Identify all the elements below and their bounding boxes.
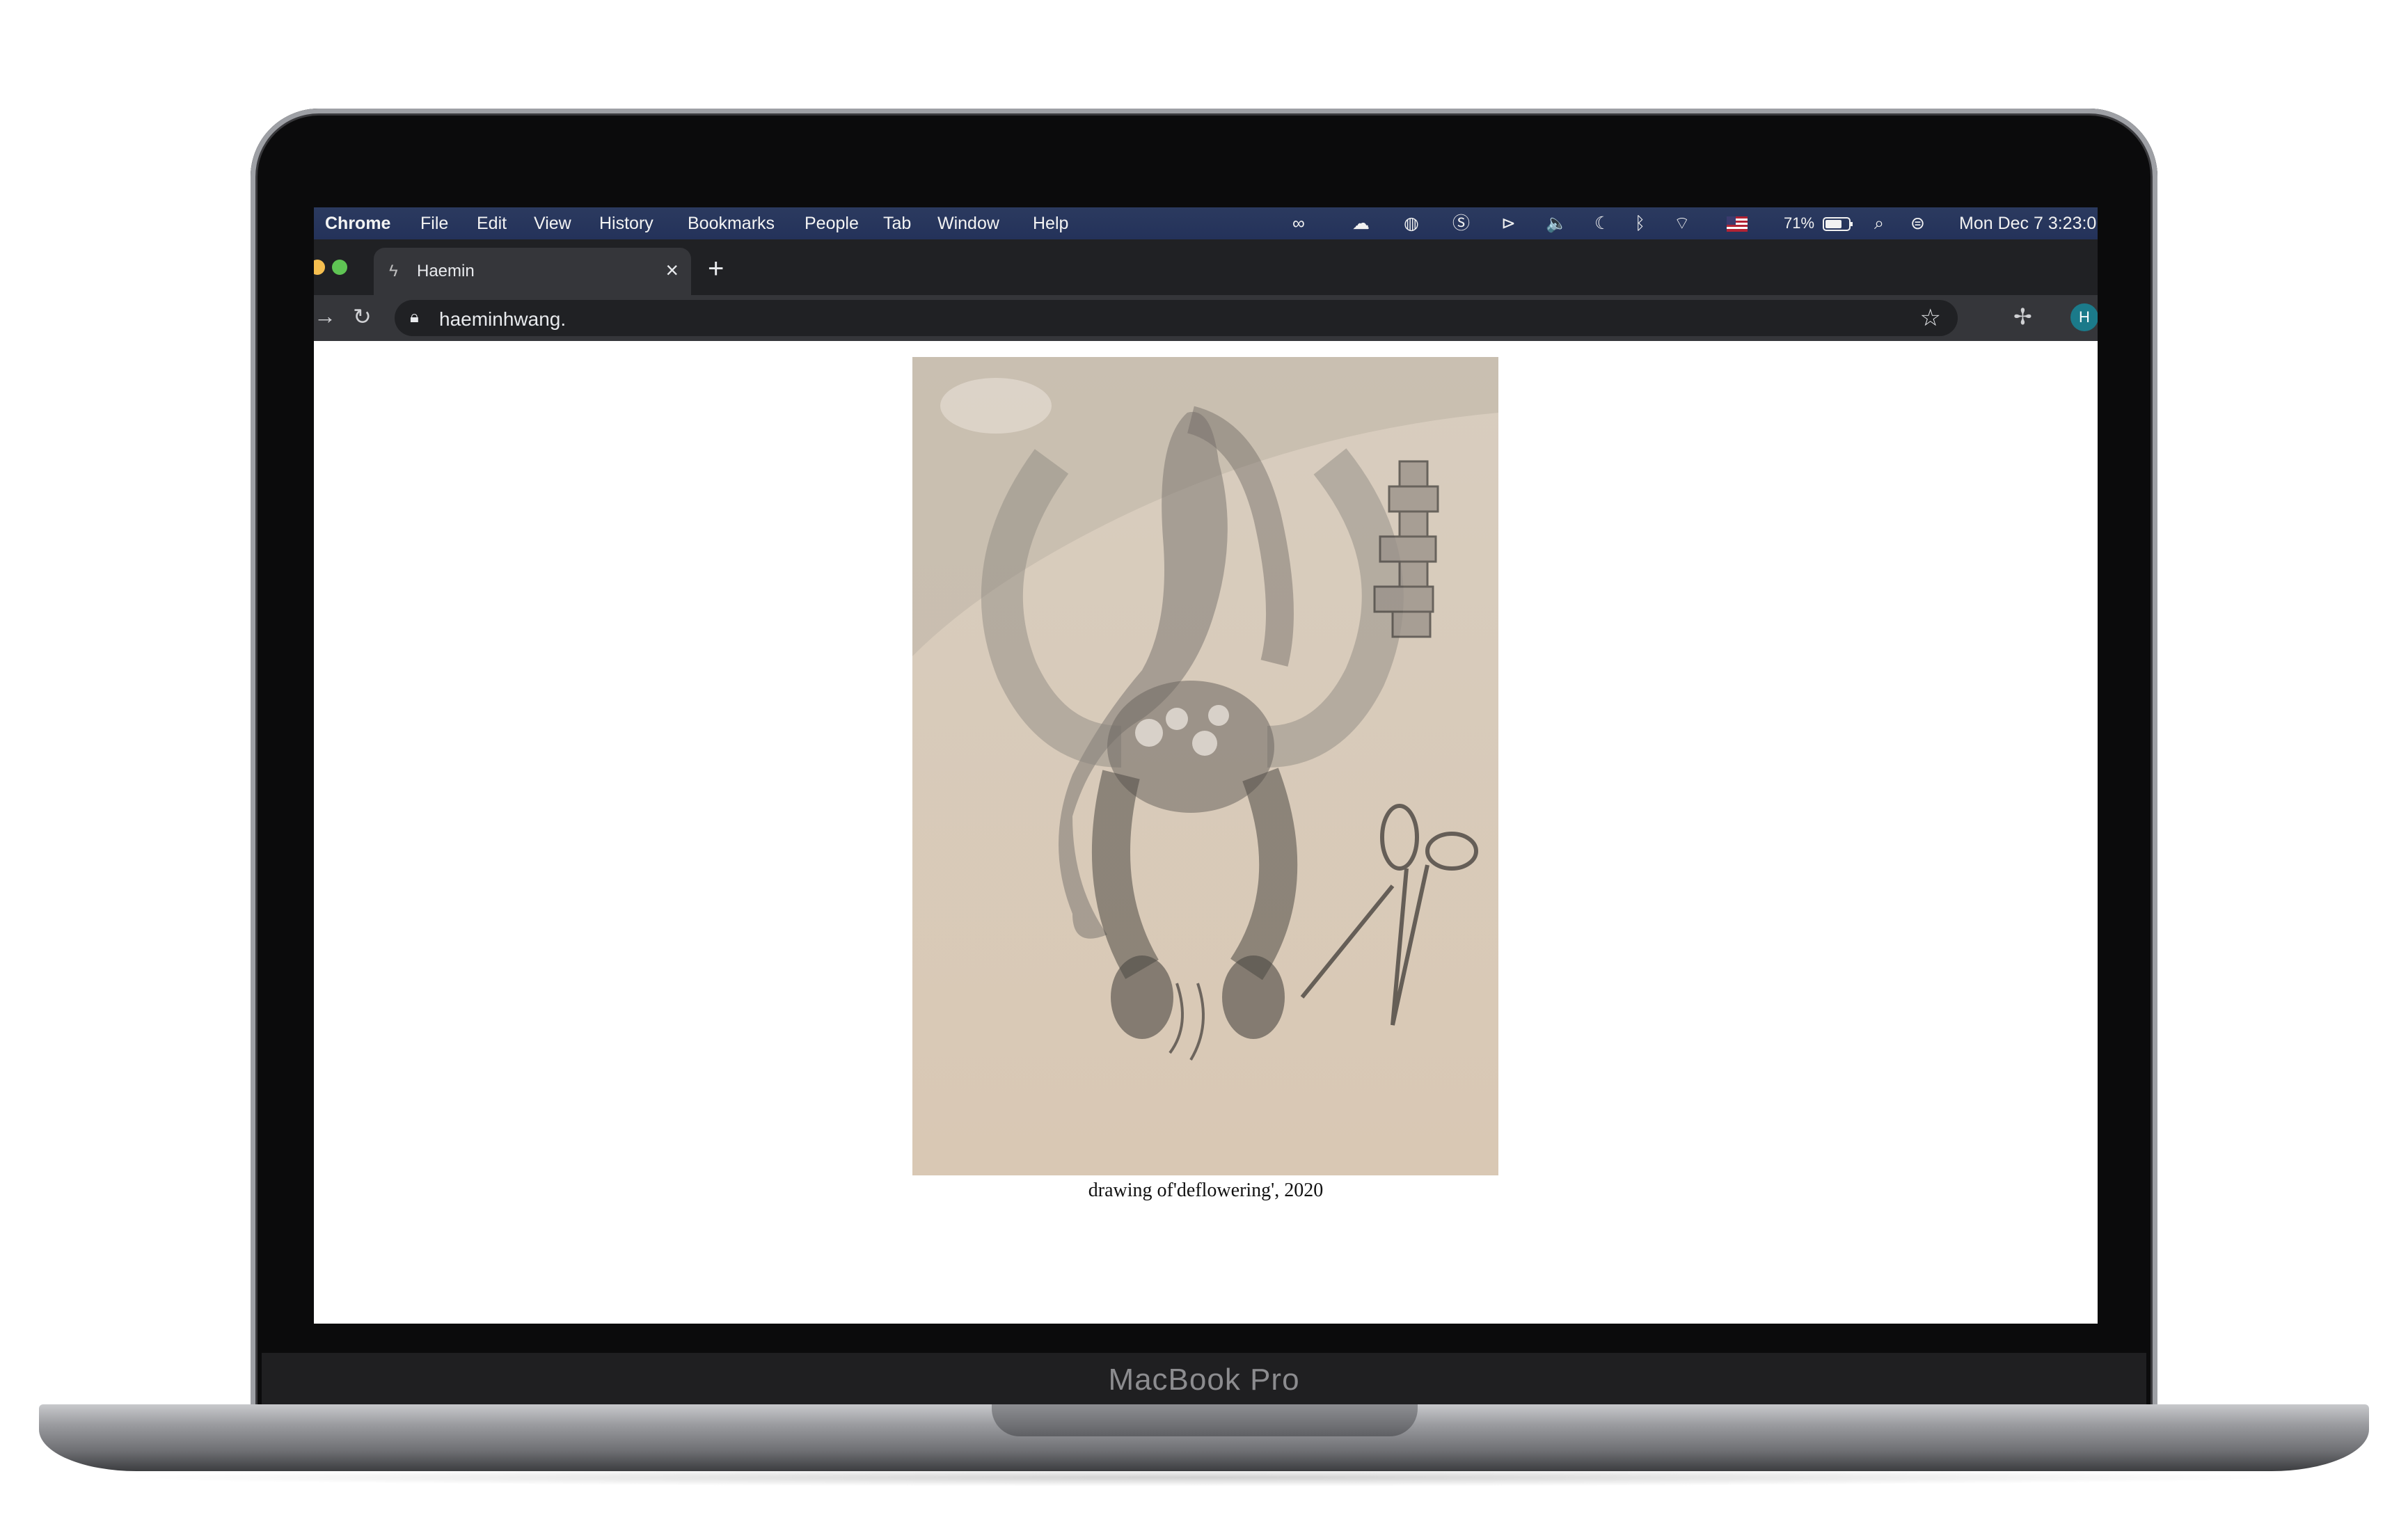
avatar[interactable]: H [2070,303,2098,331]
wifi-icon[interactable]: ⌔ [1674,207,1690,239]
close-icon[interactable]: × [665,257,679,283]
minimize-window-icon[interactable] [314,260,325,275]
creative-cloud-icon[interactable]: ∞ [1292,207,1305,239]
menu-window[interactable]: Window [937,207,999,239]
shazam-icon[interactable]: Ⓢ [1452,207,1470,239]
puzzle-extensions-icon[interactable]: ✢ [2013,303,2032,330]
lock-icon: 🔒︎ [410,308,419,326]
forward-icon[interactable]: → [314,303,336,329]
menu-datetime[interactable]: Mon Dec 7 3:23:0 [1959,207,2096,239]
address-bar[interactable]: 🔒︎ haeminhwang. ☆ [395,300,1958,336]
control-center-icon[interactable]: ⊜ [1910,207,1925,239]
flag-us-icon[interactable] [1727,207,1748,239]
tab-haemin[interactable]: ϟ Haemin × [374,248,691,295]
device-label: MacBook Pro [1108,1363,1300,1397]
menu-edit[interactable]: Edit [477,207,507,239]
page-content: drawing of'deflowering', 2020 [314,341,2098,1324]
menu-people[interactable]: People [805,207,859,239]
menu-bar: Chrome File Edit View History Bookmarks … [314,207,2098,239]
reload-icon[interactable]: ↻ [353,303,372,330]
battery-icon[interactable] [1823,207,1853,239]
new-tab-button[interactable]: + [708,253,724,285]
url-text[interactable]: haeminhwang. [439,308,566,331]
play-icon[interactable]: ⊳ [1501,207,1516,239]
menu-help[interactable]: Help [1033,207,1068,239]
bluetooth-icon[interactable]: ᛒ [1635,207,1645,239]
menu-app-name[interactable]: Chrome [325,207,390,239]
screen: Chrome File Edit View History Bookmarks … [314,207,2098,1324]
menu-view[interactable]: View [534,207,571,239]
maximize-window-icon[interactable] [332,260,347,275]
bolt-icon: ϟ [389,262,398,280]
artwork-image [912,357,1498,1175]
laptop-notch [992,1404,1418,1436]
moon-icon[interactable]: ☾ [1594,207,1610,239]
menu-file[interactable]: File [420,207,448,239]
cloud-upload-icon[interactable]: ☁ [1352,207,1370,239]
menu-bookmarks[interactable]: Bookmarks [688,207,775,239]
image-caption: drawing of'deflowering', 2020 [1088,1180,1324,1201]
volume-icon[interactable]: 🔈 [1546,207,1567,239]
star-icon[interactable]: ☆ [1920,304,1941,332]
menu-tab[interactable]: Tab [883,207,911,239]
menu-history[interactable]: History [599,207,654,239]
tab-title: Haemin [417,262,475,280]
laptop-shadow [104,1468,2304,1486]
browser-toolbar: → ↻ 🔒︎ haeminhwang. ☆ ✢ H [314,295,2098,341]
globe-icon[interactable]: ◍ [1404,207,1419,239]
search-icon[interactable]: ⌕ [1874,207,1884,239]
tab-strip: ϟ Haemin × + [314,239,2098,295]
battery-percent[interactable]: 71% [1784,207,1814,239]
